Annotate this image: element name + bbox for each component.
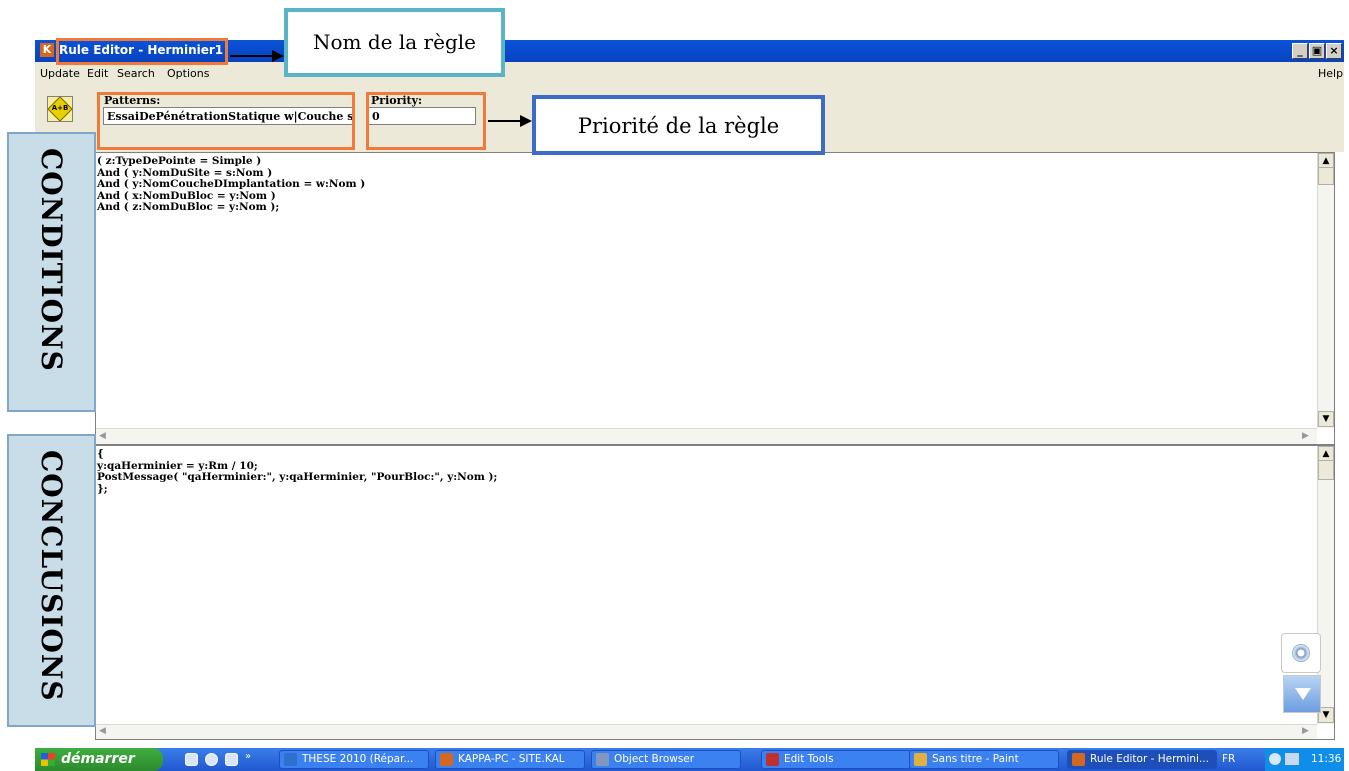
arrow-line [488,120,522,122]
menu-bar: Update Edit Search Options Help [35,62,1344,84]
kappa-icon [1072,753,1085,766]
quicklaunch-media-icon[interactable] [205,753,218,766]
language-indicator[interactable]: FR [1222,748,1244,771]
start-label: démarrer [61,751,135,767]
task-paint[interactable]: Sans titre - Paint [909,750,1059,769]
scroll-left-icon[interactable]: ◀ [99,431,106,441]
close-button[interactable]: × [1326,43,1342,59]
rule-button[interactable]: A+B [47,96,73,122]
minimize-button[interactable]: _ [1292,43,1308,59]
scroll-down-icon[interactable]: ▼ [1318,411,1334,427]
quicklaunch-more-icon[interactable]: » [245,751,251,762]
media-widget[interactable] [1281,633,1321,673]
task-kappa-pc[interactable]: KAPPA-PC - SITE.KAL [435,750,585,769]
conclusions-horizontal-scrollbar[interactable]: ◀ ▶ [96,724,1317,739]
scroll-right-icon[interactable]: ▶ [1302,431,1309,441]
arrow-head-icon [272,50,284,62]
menu-update[interactable]: Update [40,67,80,80]
quicklaunch-app-icon[interactable] [225,753,238,766]
tray-back-icon[interactable] [1269,753,1281,765]
menu-help[interactable]: Help [1318,67,1343,80]
task-label: KAPPA-PC - SITE.KAL [458,753,565,765]
conditions-editor[interactable]: ( z:TypeDePointe = Simple ) And ( y:NomD… [95,152,1335,445]
rule-name-callout: Nom de la règle [284,8,505,77]
rule-priority-callout: Priorité de la règle [532,95,825,155]
windows-logo-icon [41,753,55,766]
scroll-left-icon[interactable]: ◀ [99,726,106,736]
menu-edit[interactable]: Edit [87,67,108,80]
kappa-app-icon: K [40,43,54,57]
rule-icon-text: A+B [51,104,69,112]
rule-name-highlight [56,38,228,65]
scroll-thumb[interactable] [1318,167,1334,185]
cd-icon [1292,644,1310,662]
conclusions-label-text: CONCLUSIONS [35,450,68,702]
conclusions-editor[interactable]: { y:qaHerminier = y:Rm / 10; PostMessage… [95,445,1335,740]
arrow-head-icon [520,115,532,127]
taskbar: démarrer » THESE 2010 (Répar... KAPPA-PC… [35,748,1344,771]
edit-tools-icon [766,753,779,766]
title-bar[interactable]: K Rule Editor - Herminier1 _ ▣ × [35,40,1344,62]
paint-icon [914,753,927,766]
task-object-browser[interactable]: Object Browser [591,750,741,769]
object-browser-icon [596,753,609,766]
conditions-horizontal-scrollbar[interactable]: ◀ ▶ [96,428,1317,444]
system-tray: 11:36 [1265,748,1344,771]
conditions-vertical-scrollbar[interactable]: ▲ ▼ [1317,153,1334,428]
patterns-highlight [97,92,355,150]
scroll-thumb[interactable] [1318,460,1334,480]
task-label: Rule Editor - Hermini... [1090,753,1209,765]
conditions-side-label: CONDITIONS [7,132,96,412]
conclusions-code: { y:qaHerminier = y:Rm / 10; PostMessage… [97,448,498,495]
task-label: Object Browser [614,753,695,765]
clock[interactable]: 11:36 [1311,748,1341,771]
download-widget[interactable] [1283,675,1321,713]
task-label: Edit Tools [784,753,834,765]
task-edit-tools[interactable]: Edit Tools [761,750,911,769]
scroll-right-icon[interactable]: ▶ [1302,726,1309,736]
arrow-line [230,55,272,57]
word-doc-icon [284,753,297,766]
conditions-label-text: CONDITIONS [35,148,68,372]
task-label: THESE 2010 (Répar... [302,753,414,765]
menu-search[interactable]: Search [117,67,155,80]
conclusions-side-label: CONCLUSIONS [7,434,96,727]
quicklaunch-ie-icon[interactable] [185,753,198,766]
kappa-icon [440,753,453,766]
priority-highlight [366,92,486,150]
download-arrow-icon [1295,688,1311,700]
task-these-2010[interactable]: THESE 2010 (Répar... [279,750,429,769]
menu-options[interactable]: Options [167,67,209,80]
task-label: Sans titre - Paint [932,753,1019,765]
conditions-code: ( z:TypeDePointe = Simple ) And ( y:NomD… [97,155,366,213]
task-rule-editor[interactable]: Rule Editor - Hermini... [1067,750,1217,769]
network-icon[interactable] [1285,753,1299,765]
start-button[interactable]: démarrer [35,748,163,771]
maximize-button[interactable]: ▣ [1309,43,1325,59]
